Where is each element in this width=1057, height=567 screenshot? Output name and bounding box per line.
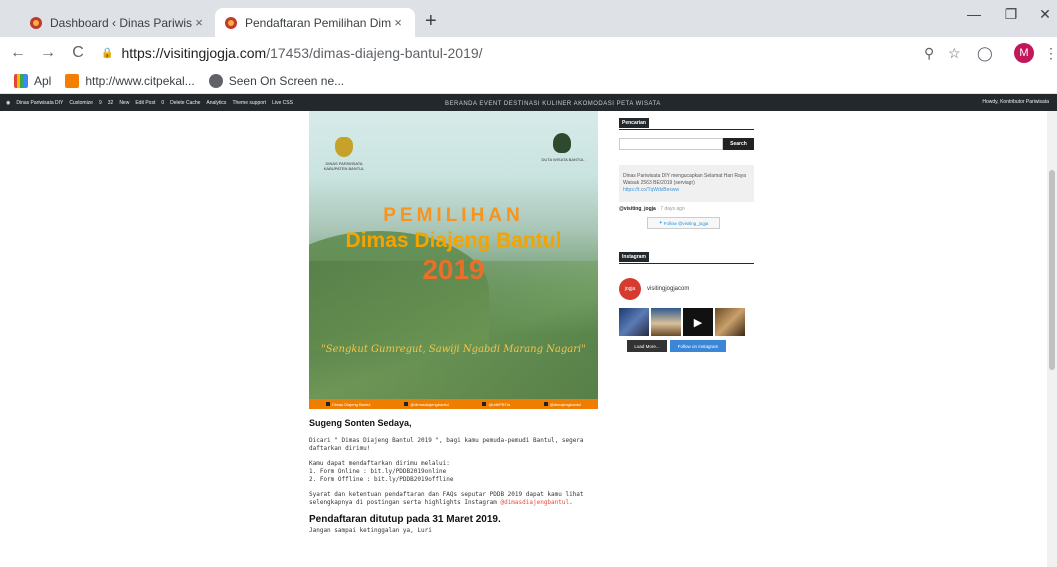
- site-favicon-icon: [30, 16, 42, 29]
- instagram-thumb[interactable]: [715, 308, 745, 336]
- globe-icon: [208, 74, 223, 88]
- admin-item-updates[interactable]: 9: [99, 100, 102, 106]
- poster-subheading: Dimas Diajeng Bantul: [345, 229, 562, 252]
- profile-avatar[interactable]: M: [1014, 43, 1034, 63]
- poster-footer-item: @dimasdiajengbantul: [404, 401, 449, 407]
- menu-dots-icon[interactable]: ⋮: [1044, 45, 1057, 62]
- forward-button[interactable]: →: [36, 44, 60, 62]
- instagram-thumb[interactable]: [619, 308, 649, 336]
- admin-item-delete-cache[interactable]: Delete Cache: [170, 100, 200, 106]
- poster-footer: Dimas Diajeng Bantul @dimasdiajengbantul…: [309, 399, 598, 409]
- tweet-link[interactable]: https://t.co/TqWdxBexww: [623, 187, 679, 193]
- tab-title: Dashboard ‹ Dinas Pariwisata DIY: [50, 15, 192, 30]
- duta-wisata-logo-icon: [553, 133, 571, 153]
- blogger-icon: [65, 74, 80, 88]
- search-widget-title: Pencarian: [619, 118, 649, 128]
- admin-item-edit-post[interactable]: Edit Post: [135, 100, 155, 106]
- extension-shield-icon[interactable]: ◯: [977, 45, 993, 62]
- article-body: Sugeng Sonten Sedaya, Dicari " Dimas Dia…: [309, 418, 599, 542]
- admin-item-analytics[interactable]: Analytics: [206, 100, 226, 106]
- poster-heading: PEMILIHAN: [383, 205, 524, 226]
- article-paragraph: Kamu dapat mendaftarkan dirimu melalui: …: [309, 460, 599, 484]
- event-poster-image: DINAS PARIWISATA KABUPATEN BANTUL DUTA W…: [309, 111, 598, 409]
- bookmark-label: Seen On Screen ne...: [228, 74, 345, 88]
- apps-icon: [14, 74, 28, 88]
- wp-logo-icon[interactable]: ◉: [6, 100, 10, 106]
- instagram-username: visitingjogjacom: [647, 286, 690, 292]
- new-tab-button[interactable]: +: [425, 11, 437, 31]
- article-line: Kamu dapat mendaftarkan dirimu melalui:: [309, 460, 450, 467]
- admin-item-seo[interactable]: 0: [161, 100, 164, 106]
- bookmarks-bar: Apl http://www.citpekal... Seen On Scree…: [0, 69, 1057, 94]
- bookmark-star-icon[interactable]: ☆: [948, 45, 961, 62]
- instagram-thumb[interactable]: [651, 308, 681, 336]
- follow-instagram-button[interactable]: Follow on Instagram: [670, 340, 726, 352]
- instagram-video-thumb[interactable]: ▶: [683, 308, 713, 336]
- bookmark-apps[interactable]: Apl: [14, 74, 51, 88]
- instagram-avatar: jogja: [619, 278, 641, 300]
- bookmark-label: http://www.citpekal...: [85, 74, 195, 88]
- admin-item-site[interactable]: Dinas Pariwisata DIY: [16, 100, 63, 106]
- search-input[interactable]: [619, 138, 723, 150]
- bookmark-citpekal[interactable]: http://www.citpekal...: [65, 74, 195, 88]
- tab-dashboard[interactable]: Dashboard ‹ Dinas Pariwisata DIY ×: [20, 8, 216, 37]
- play-icon: ▶: [693, 316, 703, 329]
- poster-footer-item: Dimas Diajeng Bantul: [325, 401, 370, 407]
- back-button[interactable]: ←: [6, 44, 30, 62]
- bantul-crest-icon: [335, 137, 353, 157]
- admin-item-comments[interactable]: 32: [108, 100, 114, 106]
- wp-admin-bar: ◉ Dinas Pariwisata DIY Customize 9 32 Ne…: [0, 94, 1057, 111]
- reload-button[interactable]: C: [66, 44, 90, 62]
- url-field[interactable]: 🔒 https://visitingjogja.com /17453/dimas…: [95, 41, 951, 65]
- tweet-card: Dinas Pariwisata DIY mengucapkan Selamat…: [619, 165, 754, 202]
- url-path: /17453/dimas-diajeng-bantul-2019/: [266, 45, 483, 61]
- tab-title: Pendaftaran Pemilihan Dimas Diajeng: [245, 15, 391, 30]
- restore-button[interactable]: ❐: [996, 6, 1026, 23]
- tab-close-icon[interactable]: ×: [192, 15, 206, 30]
- instagram-handle-link[interactable]: @dimasdiajengbantul: [500, 499, 569, 506]
- admin-howdy[interactable]: Howdy, Kontributor Pariwisata: [982, 99, 1049, 105]
- poster-year: 2019: [422, 254, 485, 285]
- tweet-handle: @visiting_jogja · 7 days ago: [619, 206, 685, 212]
- site-favicon-icon: [225, 16, 237, 29]
- address-bar-row: ← → C 🔒 https://visitingjogja.com /17453…: [0, 37, 1057, 69]
- search-form: Search: [619, 138, 754, 150]
- tab-pendaftaran[interactable]: Pendaftaran Pemilihan Dimas Diajeng ×: [215, 8, 415, 37]
- tweet-text: Dinas Pariwisata DIY mengucapkan Selamat…: [623, 173, 747, 186]
- poster-tagline: "Sengkut Gumregut, Sawiji Ngabdi Marang …: [321, 344, 586, 355]
- site-main-nav[interactable]: BERANDA EVENT DESTINASI KULINER AKOMODAS…: [445, 101, 661, 107]
- bookmark-seen-on-screen[interactable]: Seen On Screen ne...: [208, 74, 345, 88]
- poster-logo-right-text: DUTA WISATA BANTUL: [541, 157, 585, 162]
- article-line: 1. Form Online : bit.ly/PDDB2019online: [309, 468, 447, 475]
- article-line: 2. Form Offline : bit.ly/PDDB2019offline: [309, 476, 454, 483]
- instagram-feed: ▶: [619, 308, 754, 336]
- poster-footer-item: @dimajengbantul: [543, 401, 581, 407]
- article-closing-note: Jangan sampai ketinggalan ya, Luri: [309, 527, 432, 534]
- poster-footer-item: @ddbPBTlo: [482, 401, 510, 407]
- tab-close-icon[interactable]: ×: [391, 15, 405, 30]
- close-window-button[interactable]: ✕: [1030, 6, 1057, 23]
- article-greeting: Sugeng Sonten Sedaya,: [309, 418, 412, 428]
- article-paragraph: Dicari " Dimas Diajeng Bantul 2019 ", ba…: [309, 437, 584, 452]
- admin-item-live-css[interactable]: Live CSS: [272, 100, 293, 106]
- lock-icon: 🔒: [101, 47, 114, 59]
- instagram-widget-title: Instagram: [619, 252, 649, 262]
- article-paragraph: Syarat dan ketentuan pendaftaran dan FAQ…: [309, 491, 584, 506]
- admin-item-new[interactable]: New: [119, 100, 129, 106]
- poster-logo-left-text: DINAS PARIWISATA KABUPATEN BANTUL: [323, 161, 365, 171]
- admin-item-customize[interactable]: Customize: [69, 100, 93, 106]
- zoom-icon[interactable]: ⚲: [924, 45, 934, 62]
- sidebar: Pencarian Search Dinas Pariwisata DIY me…: [619, 111, 754, 352]
- url-domain: https://visitingjogja.com: [121, 45, 267, 61]
- admin-item-theme-support[interactable]: Theme support: [232, 100, 266, 106]
- twitter-follow-button[interactable]: ✦ Follow @visiting_jogja: [647, 217, 720, 229]
- registration-deadline-heading: Pendaftaran ditutup pada 31 Maret 2019.: [309, 514, 501, 525]
- search-button[interactable]: Search: [723, 138, 754, 150]
- load-more-button[interactable]: Load More...: [627, 340, 667, 352]
- minimize-button[interactable]: —: [959, 6, 989, 22]
- bookmark-label: Apl: [34, 74, 52, 88]
- instagram-profile[interactable]: jogja visitingjogjacom: [619, 278, 754, 300]
- scrollbar-thumb[interactable]: [1049, 170, 1055, 370]
- browser-tab-bar: Dashboard ‹ Dinas Pariwisata DIY × Penda…: [0, 0, 1057, 37]
